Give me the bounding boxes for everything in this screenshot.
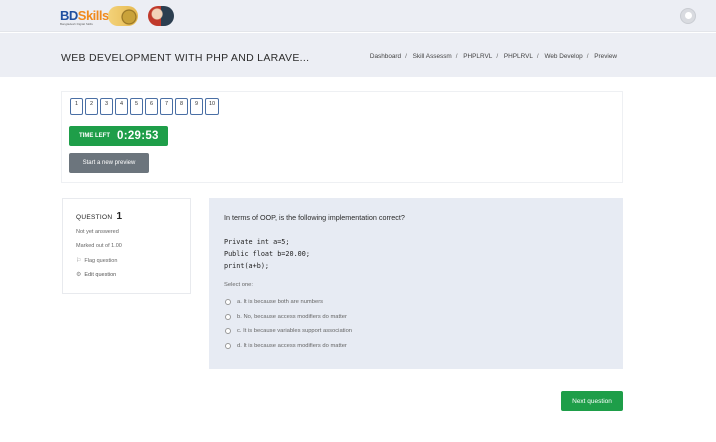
breadcrumb-phplrvl-2[interactable]: PHPLRVL	[504, 53, 533, 60]
answer-label: b. No, because access modifiers do matte…	[237, 313, 347, 320]
quiz-nav-button[interactable]: 6	[145, 98, 158, 115]
question-grade: Marked out of 1.00	[76, 243, 122, 249]
next-question-button[interactable]: Next question	[561, 391, 623, 411]
quiz-nav-button[interactable]: 5	[130, 98, 143, 115]
logo-subtext: Bangladesh Digital Skills	[60, 22, 93, 26]
code-line: print(a+b);	[224, 262, 270, 270]
quiz-nav-button[interactable]: 7	[160, 98, 173, 115]
quiz-nav-button[interactable]: 3	[100, 98, 113, 115]
radio-button[interactable]	[225, 299, 231, 306]
code-line: Private int a=5;	[224, 238, 290, 246]
radio-button[interactable]	[225, 313, 231, 320]
breadcrumb-phplrvl-1[interactable]: PHPLRVL	[463, 53, 492, 60]
quiz-nav-button[interactable]: 8	[175, 98, 188, 115]
partner-logo-gold	[108, 6, 138, 26]
code-line: Public float b=20.00;	[224, 250, 310, 258]
question-content: In terms of OOP, is the following implem…	[209, 198, 623, 369]
logo-text-accent: Skills	[77, 8, 109, 23]
answer-option-a[interactable]: a. It is because both are numbers	[225, 295, 352, 310]
top-navbar: BDSkills Bangladesh Digital Skills	[0, 0, 716, 32]
timer-label: TIME LEFT	[79, 133, 110, 139]
breadcrumb-preview: Preview	[594, 53, 617, 60]
code-snippet: Private int a=5; Public float b=20.00; p…	[224, 236, 310, 272]
radio-button[interactable]	[225, 328, 231, 335]
breadcrumb: Dashboard / Skill Assessm / PHPLRVL / PHPLR…	[369, 53, 617, 60]
partner-logo-portrait	[148, 6, 174, 26]
quiz-nav-button[interactable]: 4	[115, 98, 128, 115]
site-logo[interactable]: BDSkills	[60, 8, 109, 23]
breadcrumb-skill-assessment[interactable]: Skill Assessm	[413, 53, 452, 60]
quiz-nav-button[interactable]: 2	[85, 98, 98, 115]
edit-question-label: Edit question	[84, 272, 117, 278]
flag-question-label: Flag question	[84, 258, 118, 264]
answer-label: a. It is because both are numbers	[237, 299, 324, 306]
answer-option-b[interactable]: b. No, because access modifiers do matte…	[225, 310, 352, 325]
logo-text-main: BD	[60, 8, 78, 23]
question-label-text: QUESTION	[76, 214, 113, 221]
radio-button[interactable]	[225, 342, 231, 349]
question-state: Not yet answered	[76, 229, 119, 235]
answer-option-d[interactable]: d. It is because access modifiers do mat…	[225, 339, 352, 354]
question-number: 1	[116, 211, 123, 222]
question-info-card: QUESTION 1 Not yet answered Marked out o…	[62, 198, 191, 294]
page-title: WEB DEVELOPMENT WITH PHP AND LARAVE...	[61, 52, 310, 64]
user-avatar[interactable]	[680, 8, 696, 24]
answer-label: c. It is because variables support assoc…	[237, 328, 353, 335]
gear-icon: ⚙	[76, 272, 82, 278]
question-label: QUESTION 1	[76, 211, 122, 222]
quiz-nav-button[interactable]: 1	[70, 98, 83, 115]
answer-options: a. It is because both are numbers b. No,…	[225, 295, 352, 353]
breadcrumb-web-develop[interactable]: Web Develop	[544, 53, 582, 60]
page-header: WEB DEVELOPMENT WITH PHP AND LARAVE... D…	[0, 33, 716, 77]
flag-question-link[interactable]: ⚐ Flag question	[76, 257, 117, 264]
timer-value: 0:29:53	[117, 130, 159, 142]
quiz-navigation-card: 1 2 3 4 5 6 7 8 9 10 TIME LEFT 0:29:53 S…	[61, 91, 623, 183]
breadcrumb-dashboard[interactable]: Dashboard	[370, 53, 401, 60]
edit-question-link[interactable]: ⚙ Edit question	[76, 271, 116, 278]
flag-icon: ⚐	[76, 258, 82, 264]
select-one-prompt: Select one:	[224, 282, 254, 288]
quiz-nav-button[interactable]: 9	[190, 98, 203, 115]
quiz-nav-button[interactable]: 10	[205, 98, 219, 115]
start-new-preview-button[interactable]: Start a new preview	[69, 153, 149, 173]
answer-label: d. It is because access modifiers do mat…	[237, 342, 347, 349]
answer-option-c[interactable]: c. It is because variables support assoc…	[225, 324, 352, 339]
question-text: In terms of OOP, is the following implem…	[224, 213, 405, 222]
question-navigation: 1 2 3 4 5 6 7 8 9 10	[70, 98, 219, 115]
quiz-timer: TIME LEFT 0:29:53	[69, 126, 168, 146]
